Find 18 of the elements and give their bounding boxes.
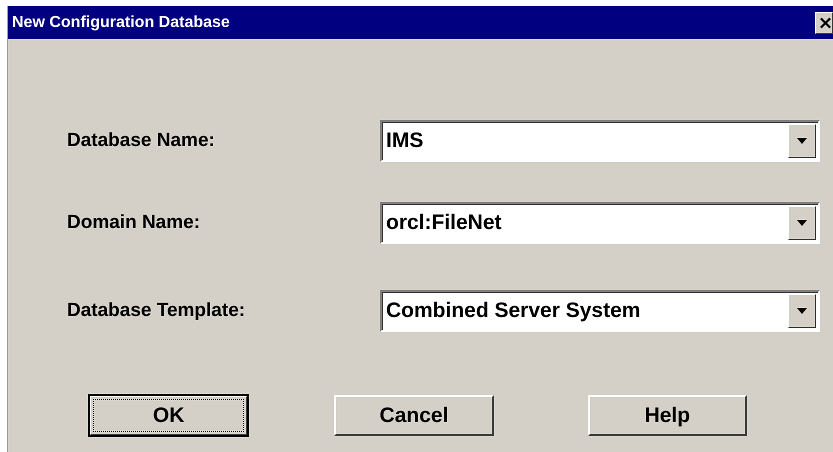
close-icon bbox=[819, 16, 832, 30]
caret-icon bbox=[797, 138, 807, 144]
dropdown-button[interactable] bbox=[788, 124, 816, 158]
dropdown-button[interactable] bbox=[788, 206, 816, 240]
close-button[interactable] bbox=[815, 12, 833, 34]
field-label: Domain Name: bbox=[67, 212, 202, 234]
dialog-button[interactable]: Help bbox=[588, 395, 747, 436]
dropdown-field[interactable]: Combined Server System bbox=[380, 290, 820, 332]
dropdown-field[interactable]: IMS bbox=[380, 120, 820, 162]
window-title: New Configuration Database bbox=[11, 14, 230, 32]
field-label: Database Template: bbox=[67, 300, 246, 322]
field-label: Database Name: bbox=[67, 130, 216, 152]
caret-icon bbox=[797, 220, 807, 226]
dropdown-field[interactable]: orcl:FileNet bbox=[380, 202, 820, 244]
dialog-button[interactable]: Cancel bbox=[334, 395, 494, 436]
caret-icon bbox=[797, 308, 807, 314]
dialog-button[interactable]: OK bbox=[89, 395, 248, 436]
dropdown-button[interactable] bbox=[788, 294, 816, 328]
